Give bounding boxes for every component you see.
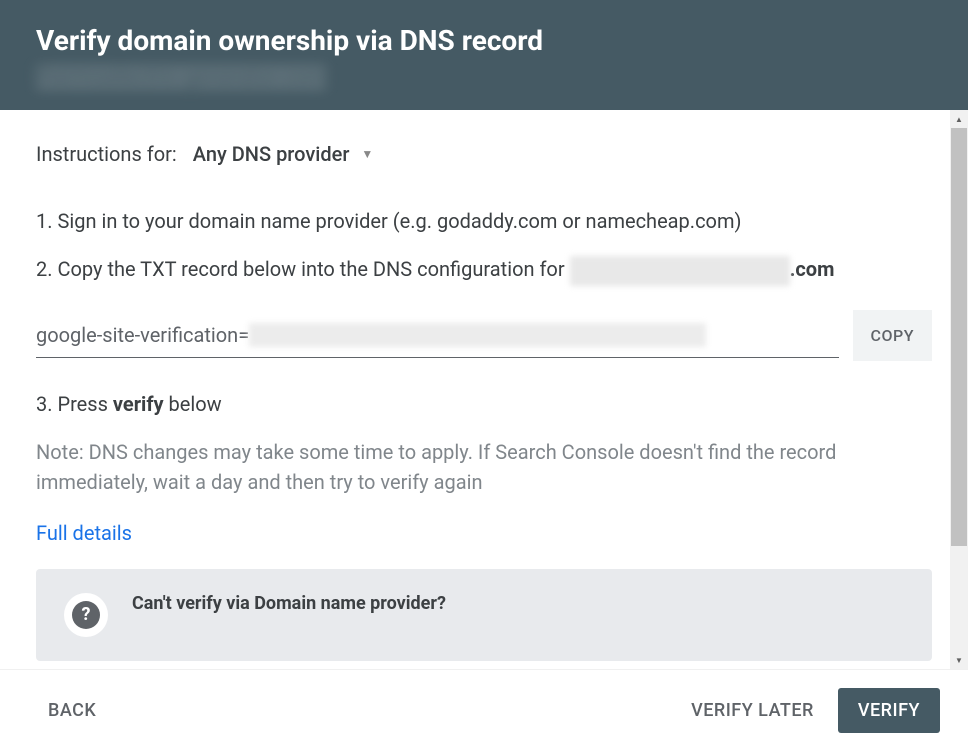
info-box-title: Can't verify via Domain name provider? (132, 593, 446, 614)
dns-provider-dropdown[interactable]: Any DNS provider ▼ (193, 142, 374, 166)
content-wrapper: Instructions for: Any DNS provider ▼ 1. … (0, 110, 968, 669)
scrollbar-track[interactable] (950, 128, 968, 651)
cant-verify-info-box: ? Can't verify via Domain name provider? (36, 569, 932, 661)
content-area: Instructions for: Any DNS provider ▼ 1. … (0, 110, 968, 669)
footer-right: VERIFY LATER VERIFY (687, 688, 940, 733)
footer-left: BACK (44, 692, 100, 729)
step-1: 1. Sign in to your domain name provider … (36, 206, 932, 236)
scroll-down-arrow-icon[interactable]: ▼ (950, 651, 968, 669)
dns-provider-selected: Any DNS provider (193, 142, 350, 166)
verify-later-button[interactable]: VERIFY LATER (687, 692, 818, 729)
vertical-scrollbar[interactable]: ▲ ▼ (950, 110, 968, 669)
step-3: 3. Press verify below (36, 389, 932, 419)
help-icon: ? (64, 593, 108, 637)
step-2-suffix: .com (790, 257, 835, 281)
step-2-prefix: 2. Copy the TXT record below into the DN… (36, 257, 570, 281)
instructions-row: Instructions for: Any DNS provider ▼ (36, 142, 932, 166)
txt-record-prefix: google-site-verification= (36, 323, 249, 347)
back-button[interactable]: BACK (44, 692, 100, 729)
step-3-suffix: below (164, 392, 222, 416)
dns-note: Note: DNS changes may take some time to … (36, 437, 932, 497)
dialog-footer: BACK VERIFY LATER VERIFY (0, 669, 968, 751)
txt-record-row: google-site-verification=xxxxxxxxxxxxxxx… (36, 310, 932, 361)
verify-button[interactable]: VERIFY (838, 688, 940, 733)
step-2-domain-blurred: thermoelectric-generator (570, 256, 790, 286)
dialog-title: Verify domain ownership via DNS record (36, 24, 932, 57)
instructions-label: Instructions for: (36, 142, 177, 166)
dialog-header: Verify domain ownership via DNS record t… (0, 0, 968, 110)
domain-subtitle-blurred: thermoelectric-generator.com (36, 65, 326, 90)
txt-record-value-blurred: xxxxxxxxxxxxxxxxxxxxxxxxxxxxxxxxxxxxxxxx… (249, 323, 705, 347)
step-3-prefix: 3. Press (36, 392, 113, 416)
scroll-up-arrow-icon[interactable]: ▲ (950, 110, 968, 128)
copy-button[interactable]: COPY (853, 310, 932, 361)
step-2: 2. Copy the TXT record below into the DN… (36, 254, 932, 286)
scrollbar-thumb[interactable] (951, 128, 967, 546)
txt-record-input[interactable]: google-site-verification=xxxxxxxxxxxxxxx… (36, 313, 839, 358)
info-box-content: Can't verify via Domain name provider? (132, 593, 446, 618)
full-details-link[interactable]: Full details (36, 521, 132, 545)
step-3-bold: verify (113, 392, 164, 416)
chevron-down-icon: ▼ (361, 147, 373, 161)
